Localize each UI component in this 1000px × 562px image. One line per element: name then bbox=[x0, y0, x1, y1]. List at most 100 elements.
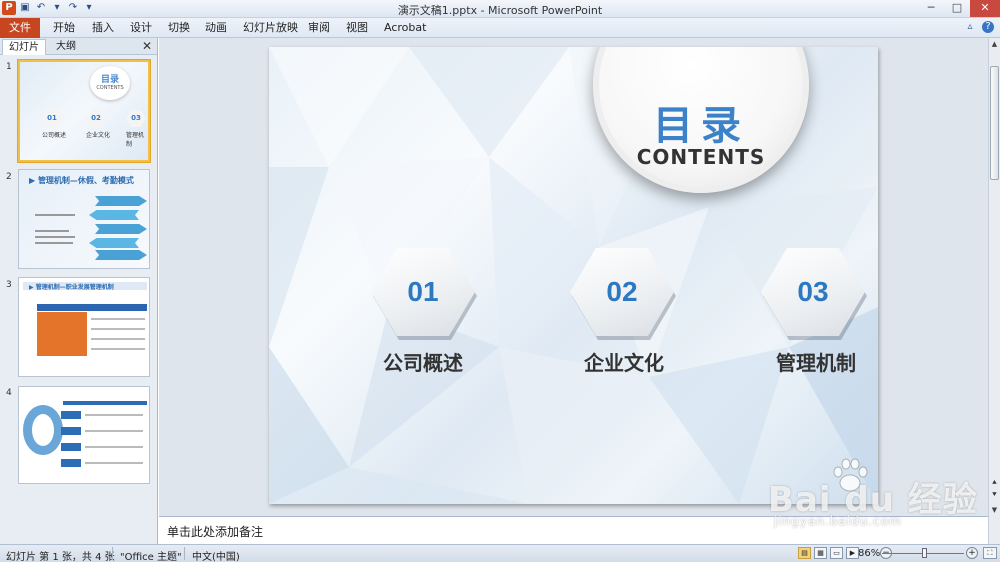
tab-slide-show[interactable]: 幻灯片放映 bbox=[243, 18, 298, 38]
thumb-arrow-shape bbox=[89, 210, 139, 220]
reading-view-icon[interactable]: ▭ bbox=[830, 547, 843, 559]
notes-placeholder[interactable]: 单击此处添加备注 bbox=[167, 523, 263, 540]
thumb-label-box bbox=[61, 427, 81, 435]
ribbon-tabs: 文件 开始 插入 设计 切换 动画 幻灯片放映 审阅 视图 Acrobat ▵ … bbox=[0, 18, 1000, 38]
thumb-label-box bbox=[61, 443, 81, 451]
thumb-text-line bbox=[85, 446, 143, 448]
slide-editing-area: 目录 CONTENTS 01 02 03 公司概述 企业文化 管理机制 bbox=[159, 38, 988, 516]
thumb-subtitle: CONTENTS bbox=[96, 85, 124, 91]
pane-close-icon[interactable]: ✕ bbox=[142, 39, 152, 53]
hexagon-03: 03 bbox=[761, 248, 867, 340]
notes-pane[interactable]: 单击此处添加备注 bbox=[159, 516, 988, 544]
tab-home[interactable]: 开始 bbox=[53, 18, 75, 38]
thumb-label-box bbox=[61, 411, 81, 419]
thumb-text-line bbox=[85, 430, 143, 432]
thumb-cycle-diagram bbox=[23, 405, 63, 455]
thumb-text-line bbox=[35, 242, 73, 244]
thumb-orange-block bbox=[37, 312, 87, 356]
slide-canvas[interactable]: 目录 CONTENTS 01 02 03 公司概述 企业文化 管理机制 bbox=[269, 47, 878, 504]
status-bar: 幻灯片 第 1 张，共 4 张 "Office 主题" 中文(中国) ▤ ▦ ▭… bbox=[0, 544, 1000, 562]
thumb-title: ▶ 管理机制—休假、考勤模式 bbox=[29, 176, 134, 185]
tab-insert[interactable]: 插入 bbox=[92, 18, 114, 38]
ribbon-controls: ▵ ? bbox=[964, 21, 994, 33]
thumb-text-line bbox=[91, 338, 145, 340]
thumb-label: 管理机制 bbox=[126, 132, 145, 148]
thumb-text-line bbox=[35, 214, 75, 216]
hexagon-01: 01 bbox=[371, 248, 477, 340]
thumb-text-line bbox=[91, 328, 145, 330]
thumb-title-circle: 目录 CONTENTS bbox=[90, 66, 130, 100]
slide-thumbnail-3[interactable]: ▶ 管理机制—职业发展管理机制 bbox=[18, 277, 150, 377]
slide-thumbnail-1[interactable]: 目录 CONTENTS 01 02 03 公司概述 企业文化 管理机制 bbox=[18, 60, 150, 162]
slide-title: 目录 bbox=[653, 103, 749, 149]
previous-slide-icon[interactable]: ⯅ bbox=[989, 478, 1000, 488]
section-label: 企业文化 bbox=[584, 351, 664, 375]
status-separator bbox=[112, 547, 113, 560]
thumb-text-line bbox=[91, 348, 145, 350]
slide-number: 4 bbox=[6, 388, 12, 398]
ribbon-minimize-icon[interactable]: ▵ bbox=[964, 21, 976, 33]
window-title: 演示文稿1.pptx - Microsoft PowerPoint bbox=[397, 4, 603, 17]
tab-transitions[interactable]: 切换 bbox=[168, 18, 190, 38]
slide-thumbnail-4[interactable] bbox=[18, 386, 150, 484]
theme-name[interactable]: "Office 主题" bbox=[120, 548, 182, 562]
notes-scrollbar[interactable] bbox=[988, 516, 1000, 544]
pane-tabs: 幻灯片 大纲 ✕ bbox=[0, 38, 157, 55]
thumb-label-box bbox=[61, 459, 81, 467]
slide-subtitle: CONTENTS bbox=[636, 145, 766, 169]
tab-review[interactable]: 审阅 bbox=[308, 18, 330, 38]
thumb-label: 公司概述 bbox=[42, 132, 67, 139]
section-label: 公司概述 bbox=[383, 351, 463, 375]
zoom-slider-knob[interactable] bbox=[922, 548, 927, 558]
vertical-scrollbar[interactable]: ▲ ⯅ ⯆ ▼ bbox=[988, 38, 1000, 516]
slide-number: 3 bbox=[6, 280, 12, 290]
scroll-up-icon[interactable]: ▲ bbox=[989, 38, 1000, 50]
section-label: 管理机制 bbox=[776, 351, 856, 375]
thumb-text-line bbox=[85, 414, 143, 416]
minimize-icon[interactable]: ─ bbox=[918, 0, 944, 17]
zoom-in-icon[interactable]: + bbox=[966, 547, 978, 559]
tab-view[interactable]: 视图 bbox=[346, 18, 368, 38]
normal-view-icon[interactable]: ▤ bbox=[798, 547, 811, 559]
zoom-level[interactable]: 86% bbox=[858, 548, 880, 559]
thumb-header-bar bbox=[63, 401, 147, 405]
thumb-text-line bbox=[91, 318, 145, 320]
thumb-hex: 02 bbox=[86, 110, 106, 127]
title-bar: P ▣ ↶ ▾ ↷ ▾ 演示文稿1.pptx - Microsoft Power… bbox=[0, 0, 1000, 18]
thumb-table-header bbox=[37, 304, 147, 311]
language-indicator[interactable]: 中文(中国) bbox=[192, 548, 240, 562]
scroll-down-icon[interactable]: ▼ bbox=[989, 504, 1000, 516]
tab-outline[interactable]: 大纲 bbox=[50, 39, 82, 55]
slide-number: 1 bbox=[6, 62, 12, 72]
tab-design[interactable]: 设计 bbox=[130, 18, 152, 38]
thumb-arrow-shape bbox=[95, 250, 147, 260]
tab-acrobat[interactable]: Acrobat bbox=[384, 18, 426, 38]
fit-to-window-icon[interactable]: ⛶ bbox=[983, 547, 997, 559]
hexagon-02: 02 bbox=[570, 248, 676, 340]
thumb-hex: 01 bbox=[42, 110, 62, 127]
thumb-hex: 03 bbox=[126, 110, 146, 127]
thumb-arrow-shape bbox=[89, 238, 139, 248]
slides-pane: 幻灯片 大纲 ✕ 1 目录 CONTENTS 01 02 03 公司概述 企业文… bbox=[0, 38, 158, 544]
thumb-title: 目录 bbox=[100, 75, 119, 85]
slide-sorter-icon[interactable]: ▦ bbox=[814, 547, 827, 559]
status-separator bbox=[184, 547, 185, 560]
thumb-title: ▶ 管理机制—职业发展管理机制 bbox=[29, 284, 114, 291]
tab-file[interactable]: 文件 bbox=[0, 18, 40, 38]
tab-animations[interactable]: 动画 bbox=[205, 18, 227, 38]
scrollbar-thumb[interactable] bbox=[990, 66, 999, 180]
window-controls: ─ □ ✕ bbox=[918, 0, 1000, 17]
help-icon[interactable]: ? bbox=[982, 21, 994, 33]
next-slide-icon[interactable]: ⯆ bbox=[989, 490, 1000, 500]
slide-thumbnail-2[interactable]: ▶ 管理机制—休假、考勤模式 bbox=[18, 169, 150, 269]
thumb-arrow-shape bbox=[95, 196, 147, 206]
slide-info: 幻灯片 第 1 张，共 4 张 bbox=[6, 552, 115, 562]
thumb-text-line bbox=[35, 230, 69, 232]
thumb-text-line bbox=[85, 462, 143, 464]
thumb-label: 企业文化 bbox=[86, 132, 111, 139]
thumb-arrow-shape bbox=[95, 224, 147, 234]
maximize-icon[interactable]: □ bbox=[944, 0, 970, 17]
slide-number: 2 bbox=[6, 172, 12, 182]
close-icon[interactable]: ✕ bbox=[970, 0, 1000, 17]
tab-slides[interactable]: 幻灯片 bbox=[2, 39, 46, 55]
